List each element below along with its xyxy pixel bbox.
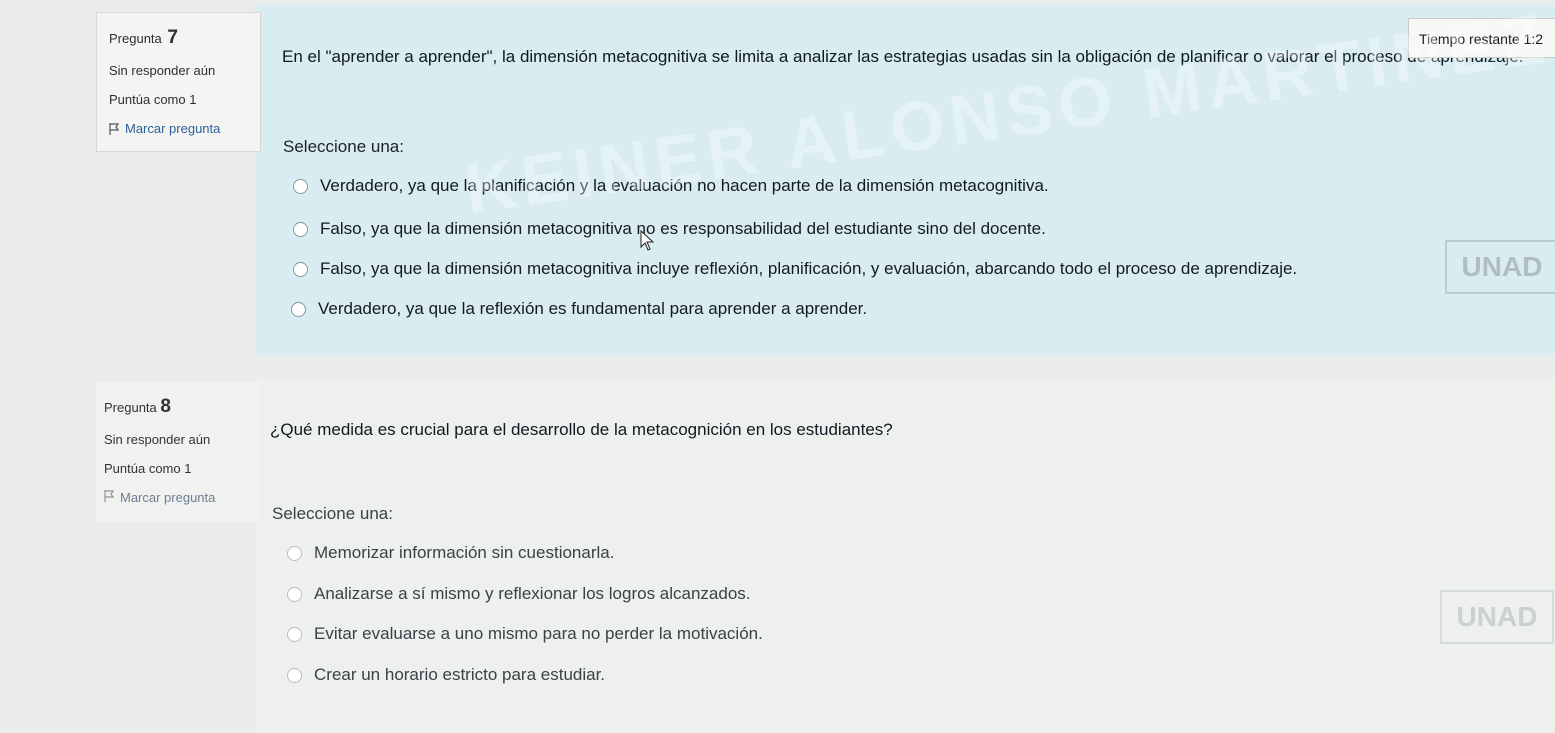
question-number: 8 [160,396,171,417]
radio-button[interactable] [287,545,302,561]
flag-question-8-button[interactable]: Marcar pregunta [104,490,215,505]
question-label: Pregunta [109,31,162,46]
question-8-text: ¿Qué medida es crucial para el desarroll… [270,420,893,439]
flag-question-label: Marcar pregunta [125,121,221,136]
radio-button[interactable] [293,221,308,237]
q7-option-1[interactable]: Verdadero, ya que la planificación y la … [293,176,1049,196]
q8-option-3[interactable]: Evitar evaluarse a uno mismo para no per… [287,624,763,644]
flag-icon [104,490,115,505]
q7-option-3[interactable]: Falso, ya que la dimensión metacognitiva… [293,259,1297,279]
radio-button[interactable] [293,178,308,194]
question-7-status: Sin responder aún [109,63,216,78]
watermark-logo: UNAD [1445,240,1555,294]
q8-option-4[interactable]: Crear un horario estricto para estudiar. [287,665,605,685]
option-label: Falso, ya que la dimensión metacognitiva… [320,259,1298,278]
radio-button[interactable] [287,626,302,642]
q7-option-2[interactable]: Falso, ya que la dimensión metacognitiva… [293,219,1046,239]
question-7-info: Pregunta 7 Sin responder aún Puntúa como… [96,12,261,152]
option-label: Verdadero, ya que la reflexión es fundam… [318,299,868,318]
flag-question-label: Marcar pregunta [120,490,216,505]
q8-option-1[interactable]: Memorizar información sin cuestionarla. [287,543,614,563]
option-label: Evitar evaluarse a uno mismo para no per… [314,624,763,643]
question-7-select-label: Seleccione una: [283,137,404,156]
option-label: Memorizar información sin cuestionarla. [314,543,615,562]
option-label: Falso, ya que la dimensión metacognitiva… [320,219,1046,238]
question-label: Pregunta [104,400,157,415]
radio-button[interactable] [287,667,302,683]
flag-icon [109,122,119,135]
radio-button[interactable] [287,586,302,602]
option-label: Verdadero, ya que la planificación y la … [320,176,1049,195]
radio-button[interactable] [291,301,306,317]
question-7-number: Pregunta 7 [109,27,260,49]
question-8-info: Pregunta 8 Sin responder aún Puntúa como… [96,382,261,522]
option-label: Crear un horario estricto para estudiar. [314,665,606,684]
q8-option-2[interactable]: Analizarse a sí mismo y reflexionar los … [287,584,751,604]
question-8-status: Sin responder aún [104,432,211,447]
option-label: Analizarse a sí mismo y reflexionar los … [314,584,751,603]
quiz-page: Pregunta 7 Sin responder aún Puntúa como… [0,0,1555,733]
radio-button[interactable] [293,261,308,277]
question-8-number: Pregunta 8 [104,396,261,418]
q7-option-4[interactable]: Verdadero, ya que la reflexión es fundam… [291,299,867,319]
flag-question-7-button[interactable]: Marcar pregunta [109,121,220,136]
mouse-cursor-icon [640,229,656,257]
question-7-text: En el "aprender a aprender", la dimensió… [282,47,1524,66]
watermark-logo-2: UNAD [1440,590,1554,644]
question-8-select-label: Seleccione una: [272,504,393,523]
time-remaining: Tiempo restante 1:2 [1408,18,1555,58]
question-number: 7 [167,27,178,48]
question-8-score: Puntúa como 1 [104,461,192,476]
question-7-score: Puntúa como 1 [109,92,197,107]
